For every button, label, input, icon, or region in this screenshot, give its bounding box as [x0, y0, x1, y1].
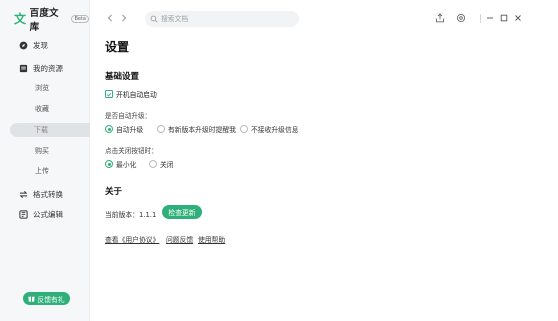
forward-arrow-icon[interactable] — [119, 13, 129, 23]
sidebar-sub-favorites[interactable]: 收藏 — [35, 102, 49, 116]
back-arrow-icon[interactable] — [105, 13, 115, 23]
sidebar-item-label: 格式转换 — [33, 189, 63, 199]
feedback-link[interactable]: 问题反馈 — [166, 234, 193, 244]
radio-label: 关闭 — [160, 161, 174, 169]
upgrade-option-none[interactable]: 不接收升级信息 — [240, 124, 299, 134]
sidebar-sub-downloads[interactable]: 下载 — [10, 123, 90, 137]
logo-text: 百度文库 — [29, 8, 59, 33]
toolbar-divider — [480, 14, 481, 23]
feedback-label: 反馈有礼 — [37, 295, 65, 304]
user-agreement-link[interactable]: 查看《用户协议》 — [105, 234, 159, 244]
sidebar-item-format-convert[interactable]: 格式转换 — [0, 185, 90, 203]
gear-icon[interactable] — [456, 13, 466, 23]
search-input[interactable] — [161, 15, 291, 23]
search-box[interactable] — [145, 11, 299, 27]
convert-icon — [19, 190, 28, 198]
sidebar-sub-purchases[interactable]: 购买 — [35, 144, 49, 158]
radio-label: 不接收升级信息 — [251, 126, 299, 134]
auto-upgrade-label: 是否自动升级： — [105, 112, 152, 120]
close-icon[interactable] — [513, 13, 523, 23]
logo-mark-icon: 文 — [14, 11, 27, 26]
radio-unselected-icon[interactable] — [149, 160, 157, 168]
upgrade-option-remind[interactable]: 有新版本升级时提醒我 — [157, 124, 236, 134]
version-text: 当前版本：1.1.1 — [105, 211, 157, 219]
sidebar-item-formula-edit[interactable]: 公式编辑 — [0, 205, 90, 223]
basic-settings-heading: 基础设置 — [105, 72, 140, 82]
help-link[interactable]: 使用帮助 — [198, 234, 225, 244]
sidebar-item-label: 公式编辑 — [33, 209, 63, 219]
radio-selected-icon[interactable] — [105, 160, 113, 168]
beta-badge: Beta — [71, 15, 89, 23]
sidebar-item-label: 发现 — [33, 40, 48, 50]
close-option-exit[interactable]: 关闭 — [149, 159, 174, 169]
radio-label: 有新版本升级时提醒我 — [168, 126, 236, 134]
search-icon — [150, 15, 158, 23]
radio-unselected-icon[interactable] — [240, 125, 248, 133]
formula-icon — [19, 209, 28, 219]
sidebar: 文 百度文库 Beta 发现 我的资源 浏览 收藏 下载 购买 上传 格式转换 — [0, 0, 90, 321]
maximize-icon[interactable] — [499, 13, 509, 23]
close-action-label: 点击关闭按钮时： — [105, 147, 158, 155]
close-option-minimize[interactable]: 最小化 — [105, 159, 136, 169]
page-title: 设置 — [105, 40, 130, 54]
sidebar-item-label: 我的资源 — [33, 63, 63, 73]
folder-icon — [19, 64, 28, 72]
autostart-label: 开机自动启动 — [116, 91, 157, 99]
sidebar-sub-uploads[interactable]: 上传 — [35, 164, 49, 178]
checkbox-checked-icon[interactable] — [105, 90, 113, 98]
radio-unselected-icon[interactable] — [157, 125, 165, 133]
sidebar-sub-browse[interactable]: 浏览 — [35, 81, 49, 95]
radio-label: 最小化 — [116, 161, 137, 169]
about-heading: 关于 — [105, 187, 123, 197]
minimize-icon[interactable] — [485, 13, 495, 23]
gift-icon — [28, 296, 36, 302]
app-logo: 文 百度文库 Beta — [14, 8, 89, 33]
share-icon[interactable] — [435, 13, 445, 23]
autostart-checkbox[interactable]: 开机自动启动 — [105, 89, 157, 99]
sidebar-item-my-resources[interactable]: 我的资源 — [0, 59, 90, 77]
sidebar-item-discover[interactable]: 发现 — [0, 36, 90, 54]
compass-icon — [19, 41, 28, 49]
radio-selected-icon[interactable] — [105, 125, 113, 133]
check-update-button[interactable]: 检查更新 — [162, 205, 202, 219]
radio-label: 自动升级 — [116, 126, 144, 134]
upgrade-option-auto[interactable]: 自动升级 — [105, 124, 143, 134]
feedback-button[interactable]: 反馈有礼 — [23, 292, 70, 305]
